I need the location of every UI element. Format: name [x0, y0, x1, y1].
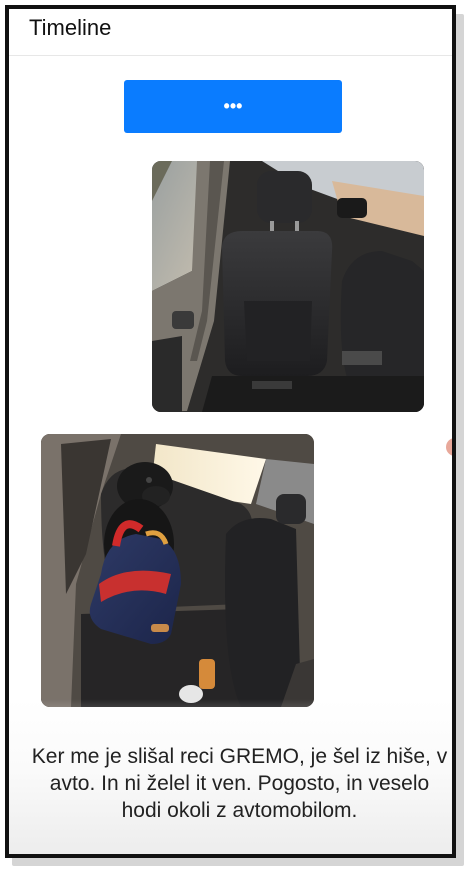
app-frame: Timeline ••• Ker me je slišal reci GREMO…	[5, 5, 456, 858]
car-interior-photo[interactable]	[152, 161, 424, 412]
side-indicator	[446, 438, 452, 456]
car-interior-image	[152, 161, 424, 412]
timeline-header: Timeline	[9, 9, 452, 56]
post-caption: Ker me je slišal reci GREMO, je šel iz h…	[31, 745, 448, 822]
page-title: Timeline	[29, 15, 112, 40]
load-more-button[interactable]: •••	[124, 80, 342, 133]
dog-in-car-photo[interactable]	[41, 434, 314, 707]
dog-in-car-image	[41, 434, 314, 707]
